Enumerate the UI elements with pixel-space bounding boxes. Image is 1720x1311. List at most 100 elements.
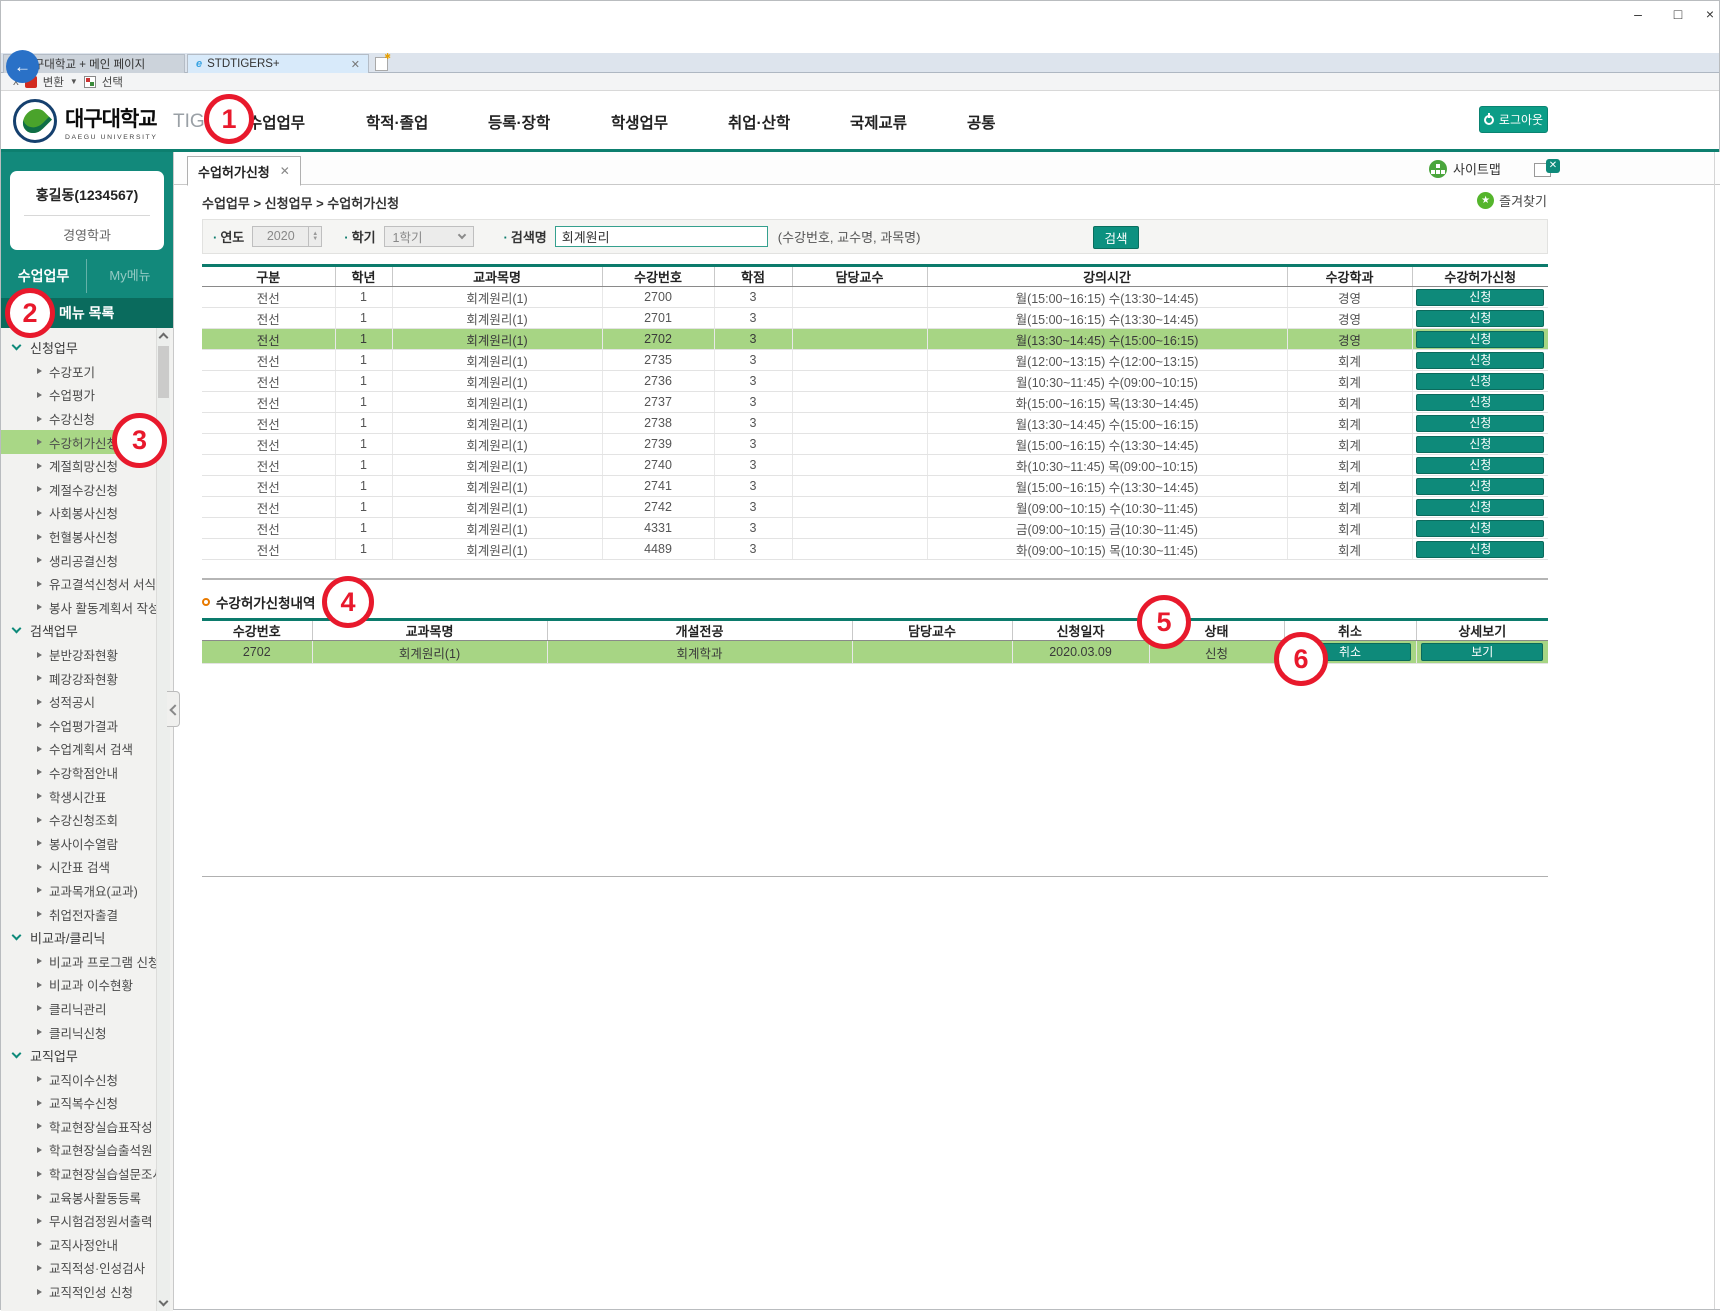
apply-button-2739[interactable]: 신청	[1416, 436, 1544, 453]
sidebar-item-17[interactable]: 수업계획서 검색	[1, 737, 159, 761]
nav-item-6[interactable]: 공통	[967, 111, 996, 133]
course-row-2700[interactable]: 전선1회계원리(1)27003월(15:00~16:15) 수(13:30~14…	[202, 287, 1548, 308]
sidebar-item-19[interactable]: 학생시간표	[1, 784, 159, 808]
minimize-icon[interactable]: –	[1623, 4, 1653, 24]
course-row-4489[interactable]: 전선1회계원리(1)44893화(09:00~10:15) 목(10:30~11…	[202, 539, 1548, 560]
course-row-2701[interactable]: 전선1회계원리(1)27013월(15:00~16:15) 수(13:30~14…	[202, 308, 1548, 329]
sidebar-collapse-handle[interactable]	[167, 691, 180, 727]
apply-button-2737[interactable]: 신청	[1416, 394, 1544, 411]
course-row-2740[interactable]: 전선1회계원리(1)27403화(10:30~11:45) 목(09:00~10…	[202, 455, 1548, 476]
spinner-arrows-icon[interactable]: ▲▼	[308, 227, 321, 246]
search-button[interactable]: 검색	[1093, 226, 1139, 249]
sidebar-tab-my-menu[interactable]: My메뉴	[87, 259, 173, 293]
history-row-2702[interactable]: 2702회계원리(1)회계학과2020.03.09신청취소보기	[202, 641, 1548, 664]
sidebar-item-16[interactable]: 수업평가결과	[1, 714, 159, 738]
sidebar-item-24[interactable]: 취업전자출결	[1, 902, 159, 926]
course-row-2742[interactable]: 전선1회계원리(1)27423월(09:00~10:15) 수(10:30~11…	[202, 497, 1548, 518]
apply-button-2738[interactable]: 신청	[1416, 415, 1544, 432]
sidebar-item-33[interactable]: 학교현장실습표작성	[1, 1115, 159, 1139]
course-row-2741[interactable]: 전선1회계원리(1)27413월(15:00~16:15) 수(13:30~14…	[202, 476, 1548, 497]
sidebar-item-13[interactable]: 분반강좌현황	[1, 643, 159, 667]
sidebar-item-38[interactable]: 교직사정안내	[1, 1233, 159, 1257]
apply-button-4331[interactable]: 신청	[1416, 520, 1544, 537]
course-row-2702[interactable]: 전선1회계원리(1)27023월(13:30~14:45) 수(15:00~16…	[202, 329, 1548, 350]
content-tab-course-permission[interactable]: 수업허가신청 ✕	[187, 156, 301, 186]
sidebar-item-34[interactable]: 학교현장실습출석원	[1, 1138, 159, 1162]
scrollbar-thumb[interactable]	[158, 346, 169, 398]
chevron-down-icon[interactable]: ▼	[70, 77, 78, 86]
sidebar-item-14[interactable]: 폐강강좌현황	[1, 666, 159, 690]
apply-button-2740[interactable]: 신청	[1416, 457, 1544, 474]
sidebar-item-9[interactable]: 생리공결신청	[1, 548, 159, 572]
sidebar-item-15[interactable]: 성적공시	[1, 690, 159, 714]
keyword-input[interactable]	[555, 226, 768, 247]
sidebar-item-0[interactable]: 신청업무	[1, 336, 159, 360]
sidebar-item-28[interactable]: 클리닉관리	[1, 997, 159, 1021]
course-row-2738[interactable]: 전선1회계원리(1)27383월(13:30~14:45) 수(15:00~16…	[202, 413, 1548, 434]
sidebar-item-1[interactable]: 수강포기	[1, 360, 159, 384]
nav-item-5[interactable]: 국제교류	[850, 111, 907, 133]
sidebar-item-36[interactable]: 교육봉사활동등록	[1, 1185, 159, 1209]
sidebar-item-23[interactable]: 교과목개요(교과)	[1, 879, 159, 903]
course-row-2737[interactable]: 전선1회계원리(1)27373화(15:00~16:15) 목(13:30~14…	[202, 392, 1548, 413]
convert-button[interactable]: 변환	[43, 74, 64, 90]
sidebar-item-7[interactable]: 사회봉사신청	[1, 501, 159, 525]
close-all-tabs-icon[interactable]: ✕	[1534, 159, 1560, 177]
apply-button-2701[interactable]: 신청	[1416, 310, 1544, 327]
select-button[interactable]: 선택	[102, 74, 123, 90]
add-favorite-link[interactable]: ★ 즐겨찾기	[1477, 191, 1547, 210]
sidebar-item-2[interactable]: 수업평가	[1, 383, 159, 407]
sidebar-item-6[interactable]: 계절수강신청	[1, 478, 159, 502]
sidebar-item-29[interactable]: 클리닉신청	[1, 1020, 159, 1044]
sidebar-item-22[interactable]: 시간표 검색	[1, 855, 159, 879]
apply-button-2702[interactable]: 신청	[1416, 331, 1544, 348]
semester-select[interactable]: 1학기	[384, 226, 474, 247]
browser-tab-stdtigers[interactable]: e STDTIGERS+ ✕	[187, 54, 369, 73]
nav-item-0[interactable]: 수업업무	[248, 111, 305, 133]
sitemap-link[interactable]: 사이트맵	[1429, 159, 1501, 178]
sidebar-item-18[interactable]: 수강학점안내	[1, 761, 159, 785]
tab-close-icon[interactable]: ✕	[345, 58, 360, 71]
sidebar-item-21[interactable]: 봉사이수열람	[1, 831, 159, 855]
view-button[interactable]: 보기	[1421, 643, 1543, 661]
close-icon[interactable]: ×	[1695, 4, 1720, 24]
scroll-up-icon[interactable]	[159, 333, 169, 343]
sidebar-item-10[interactable]: 유고결석신청서 서식	[1, 572, 159, 596]
apply-button-2741[interactable]: 신청	[1416, 478, 1544, 495]
new-tab-icon[interactable]	[375, 57, 388, 71]
year-stepper[interactable]: 2020 ▲▼	[252, 226, 322, 247]
sidebar-item-37[interactable]: 무시험검정원서출력	[1, 1209, 159, 1233]
university-logo[interactable]	[13, 99, 57, 143]
apply-button-4489[interactable]: 신청	[1416, 541, 1544, 558]
sidebar-item-39[interactable]: 교직적성·인성검사	[1, 1256, 159, 1280]
scroll-down-icon[interactable]	[159, 1297, 169, 1307]
maximize-icon[interactable]: □	[1663, 4, 1693, 24]
sidebar-scrollbar[interactable]	[156, 328, 170, 1311]
sidebar-item-12[interactable]: 검색업무	[1, 619, 159, 643]
course-row-2736[interactable]: 전선1회계원리(1)27363월(10:30~11:45) 수(09:00~10…	[202, 371, 1548, 392]
sidebar-item-40[interactable]: 교직적인성 신청	[1, 1280, 159, 1304]
sidebar-item-32[interactable]: 교직복수신청	[1, 1091, 159, 1115]
sidebar-item-26[interactable]: 비교과 프로그램 신청	[1, 949, 159, 973]
content-tab-close-icon[interactable]: ✕	[280, 164, 290, 178]
nav-item-4[interactable]: 취업·산학	[728, 111, 790, 133]
sidebar-item-11[interactable]: 봉사 활동계획서 작성	[1, 596, 159, 620]
sidebar-item-20[interactable]: 수강신청조회	[1, 808, 159, 832]
apply-button-2735[interactable]: 신청	[1416, 352, 1544, 369]
course-row-2735[interactable]: 전선1회계원리(1)27353월(12:00~13:15) 수(12:00~13…	[202, 350, 1548, 371]
back-icon[interactable]: ←	[6, 50, 39, 83]
apply-button-2736[interactable]: 신청	[1416, 373, 1544, 390]
course-row-4331[interactable]: 전선1회계원리(1)43313금(09:00~10:15) 금(10:30~11…	[202, 518, 1548, 539]
sidebar-item-27[interactable]: 비교과 이수현황	[1, 973, 159, 997]
sidebar-item-8[interactable]: 헌혈봉사신청	[1, 525, 159, 549]
nav-item-3[interactable]: 학생업무	[611, 111, 668, 133]
logout-button[interactable]: 로그아웃	[1479, 106, 1548, 133]
apply-button-2700[interactable]: 신청	[1416, 289, 1544, 306]
sidebar-item-31[interactable]: 교직이수신청	[1, 1067, 159, 1091]
course-row-2739[interactable]: 전선1회계원리(1)27393월(15:00~16:15) 수(13:30~14…	[202, 434, 1548, 455]
apply-button-2742[interactable]: 신청	[1416, 499, 1544, 516]
sidebar-item-35[interactable]: 학교현장실습설문조사	[1, 1162, 159, 1186]
nav-item-2[interactable]: 등록·장학	[488, 111, 550, 133]
sidebar-item-30[interactable]: 교직업무	[1, 1044, 159, 1068]
sidebar-tab-course-work[interactable]: 수업업무	[1, 259, 87, 293]
